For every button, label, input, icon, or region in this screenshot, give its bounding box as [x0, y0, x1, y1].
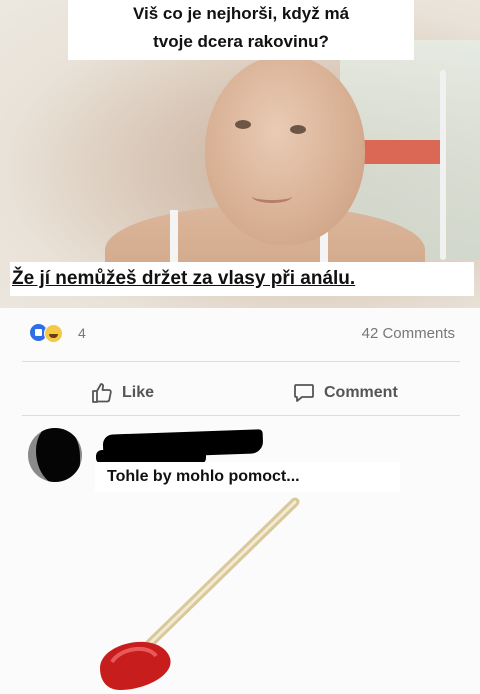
like-label: Like — [122, 384, 155, 401]
child-eye-right — [290, 125, 306, 134]
iv-tube — [440, 70, 446, 260]
plunger-handle-highlight — [136, 500, 297, 657]
meme-bottom-caption-text: Že jí nemůžeš držet za vlasy při análu. — [12, 268, 356, 289]
meme-bottom-caption: Že jí nemůžeš držet za vlasy při análu. — [10, 262, 474, 296]
meme-top-caption-line1: Viš co je nejhorši, když má — [132, 4, 350, 23]
child-eye-left — [235, 120, 251, 129]
haha-reaction-icon — [44, 324, 63, 343]
comment-text: Tohle by mohlo pomoct... — [107, 468, 300, 485]
post-image[interactable]: Viš co je nejhorši, když má tvoje dcera … — [0, 0, 480, 308]
child-mouth — [252, 190, 292, 203]
divider — [22, 361, 460, 362]
meme-top-caption: Viš co je nejhorši, když má tvoje dcera … — [68, 0, 414, 60]
child-head — [205, 55, 365, 245]
plunger-image[interactable] — [90, 490, 320, 694]
comment-bubble: Tohle by mohlo pomoct... — [95, 462, 400, 492]
comments-count-link[interactable]: 42 Comments — [362, 325, 455, 342]
comment-bubble-icon — [294, 384, 314, 402]
comment-label: Comment — [324, 384, 398, 401]
reaction-count: 4 — [78, 325, 86, 341]
thumbs-up-icon — [92, 383, 112, 403]
avatar-redaction — [36, 428, 80, 482]
divider — [22, 415, 460, 416]
meme-top-caption-line2: tvoje dcera rakovinu? — [153, 32, 329, 51]
commenter-avatar[interactable] — [28, 428, 82, 482]
